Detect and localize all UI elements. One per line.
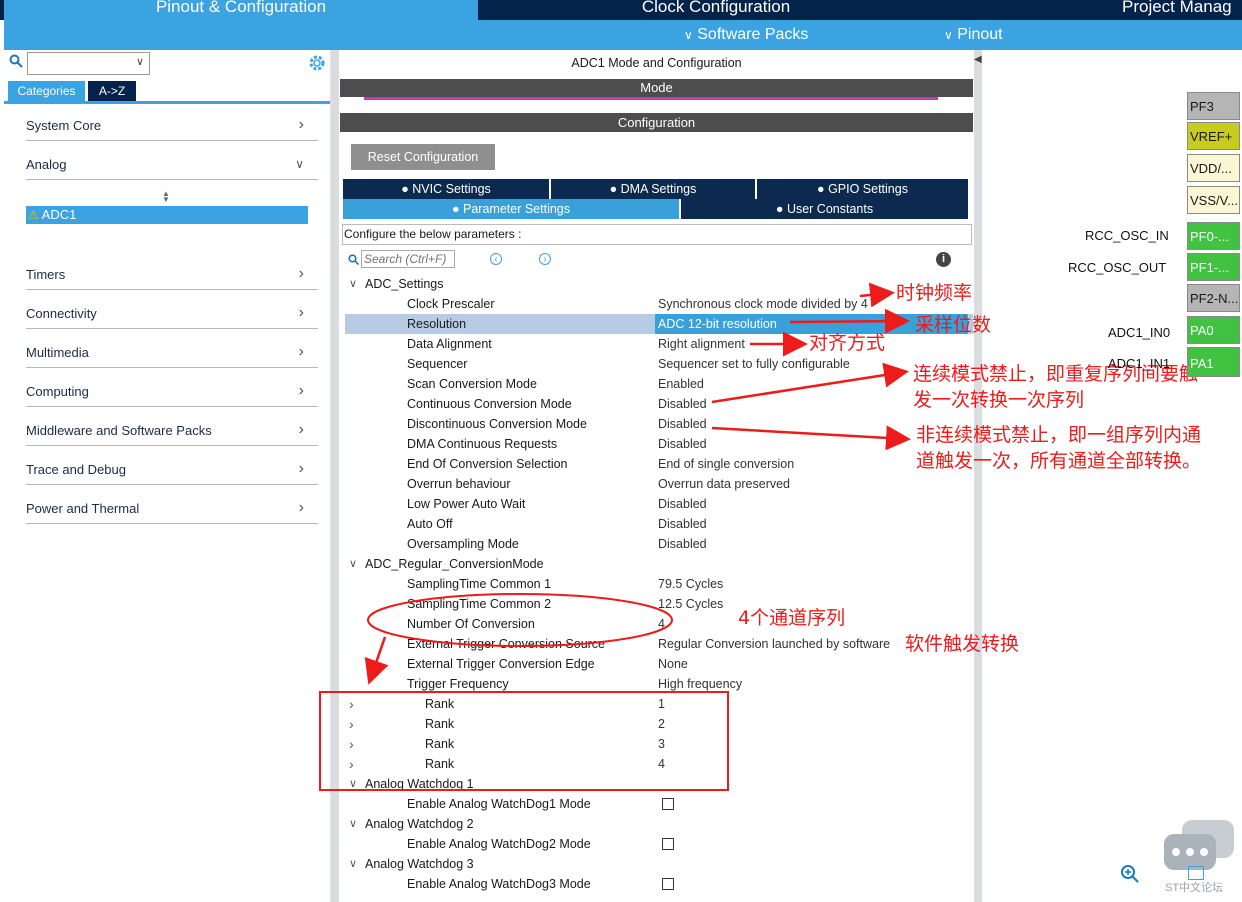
pin-vref[interactable]: VREF+ <box>1187 122 1240 150</box>
annotation-discontinuous: 非连续模式禁止，即一组序列内通 道触发一次，所有通道全部转换。 <box>916 424 1202 472</box>
fit-screen-icon[interactable] <box>1188 866 1204 880</box>
pin-pf0[interactable]: PF0-... <box>1187 222 1240 250</box>
annotation-alignment: 对齐方式 <box>809 332 886 354</box>
pin-label-adc1-in0: ADC1_IN0 <box>1108 325 1171 340</box>
pin-pf2[interactable]: PF2-N... <box>1187 284 1240 312</box>
annotation-clock: 时钟频率 <box>896 282 973 304</box>
pin-pf3[interactable]: PF3 <box>1187 92 1240 120</box>
pin-label-rcc-osc-in: RCC_OSC_IN <box>1085 228 1169 243</box>
annotation-arrow <box>859 282 895 308</box>
annotation-arrow <box>789 308 910 334</box>
annotation-resolution: 采样位数 <box>915 314 992 336</box>
annotation-arrow <box>711 425 911 451</box>
annotation-arrow <box>711 362 909 404</box>
pin-vss[interactable]: VSS/V... <box>1187 186 1240 214</box>
annotation-software: 软件触发转换 <box>905 633 1020 655</box>
annotation-arrow <box>364 636 389 685</box>
pin-pf1[interactable]: PF1-... <box>1187 253 1240 281</box>
annotation-channels: 4个通道序列 <box>738 607 846 629</box>
forum-watermark: ST中文论坛 <box>1165 882 1224 894</box>
pin-label-adc1-in1: ADC1_IN1 <box>1108 356 1171 371</box>
pin-pa1[interactable]: PA1 <box>1187 347 1240 377</box>
annotation-ellipse <box>367 593 673 647</box>
annotation-rect <box>319 691 729 791</box>
pin-vdd[interactable]: VDD/... <box>1187 154 1240 182</box>
pin-pa0[interactable]: PA0 <box>1187 316 1240 344</box>
zoom-in-icon[interactable] <box>1120 864 1140 887</box>
pin-label-rcc-osc-out: RCC_OSC_OUT <box>1068 260 1167 275</box>
